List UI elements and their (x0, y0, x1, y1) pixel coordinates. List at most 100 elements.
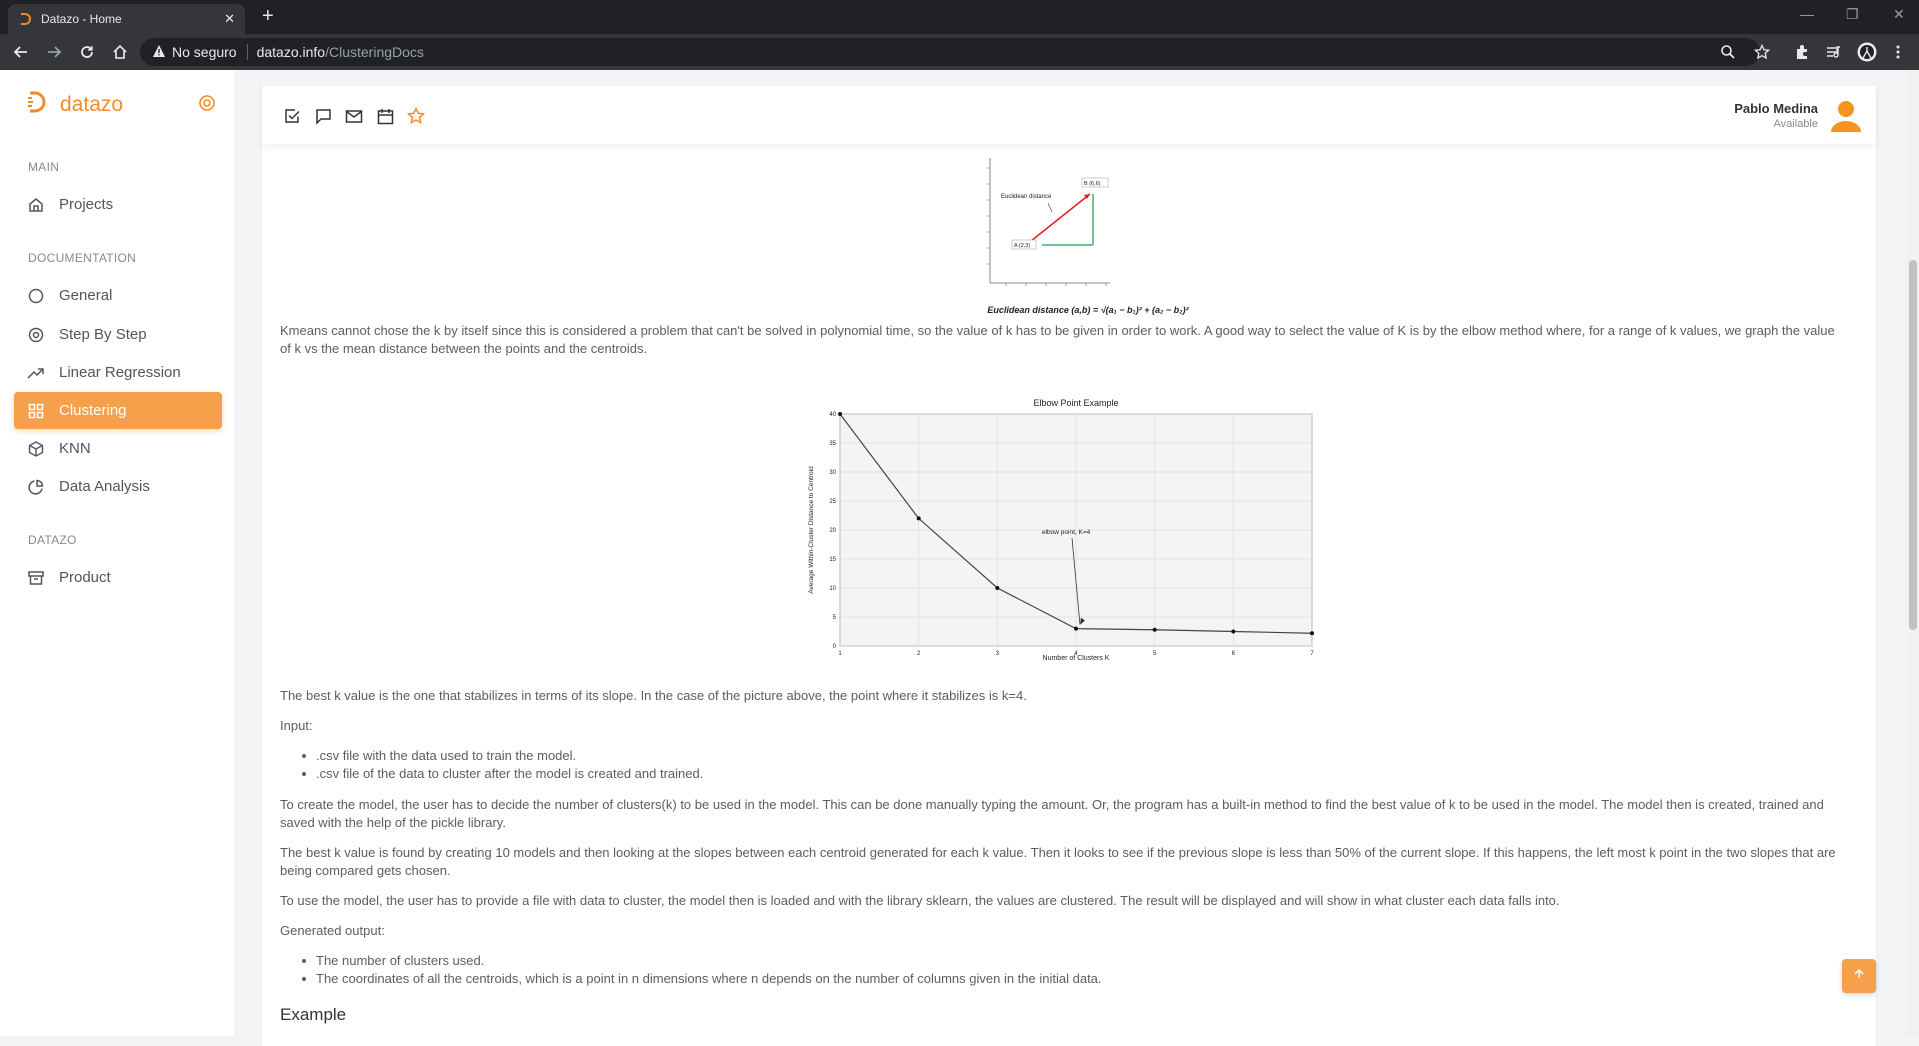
tab-title: Datazo - Home (41, 12, 122, 26)
chart-x-tick-label: 3 (996, 651, 1000, 657)
check-square-icon[interactable] (282, 106, 302, 126)
sidebar-item-clustering[interactable]: Clustering (14, 392, 222, 429)
disc-icon (27, 326, 45, 344)
chart-y-axis-label: Average Within-Cluster Distance to Centr… (808, 466, 815, 594)
section-title-datazo: DATAZO (28, 533, 77, 547)
chart-y-tick-label: 5 (833, 615, 837, 621)
chart-x-tick-label: 1 (838, 651, 842, 657)
chart-x-tick-label: 6 (1232, 651, 1236, 657)
list-item: The number of clusters used. (300, 952, 1102, 970)
datazo-favicon (18, 12, 32, 26)
sidebar: datazo MAIN Projects DOCUMENTATION Gener… (0, 70, 234, 1036)
brand[interactable]: datazo (26, 90, 123, 119)
url-host: datazo.info (256, 44, 326, 60)
sidebar-toggle-icon[interactable] (198, 94, 216, 117)
reload-icon[interactable] (75, 40, 99, 64)
browser-menu-icon[interactable] (1888, 42, 1908, 62)
warning-icon (152, 44, 166, 61)
sidebar-item-label: Product (59, 569, 111, 586)
paragraph-best-k-found: The best k value is found by creating 10… (280, 845, 1836, 878)
scroll-to-top-button[interactable] (1842, 959, 1876, 993)
elbow-chart: 1 2 3 4 5 6 70510152025303540 Elbow Point Exam… (808, 398, 1314, 662)
sidebar-item-linear-regression[interactable]: Linear Regression (14, 354, 222, 391)
chart-y-tick-label: 20 (829, 528, 836, 534)
sidebar-item-label: Projects (59, 196, 114, 213)
input-label: Input: (280, 718, 313, 733)
home-browser-icon[interactable] (108, 40, 132, 64)
datazo-logo-icon (26, 90, 46, 119)
trending-up-icon (27, 364, 45, 382)
grid-icon (27, 402, 45, 420)
chart-data-point (1152, 627, 1157, 632)
back-icon[interactable] (9, 40, 33, 64)
list-item: .csv file of the data to cluster after t… (300, 765, 703, 783)
archive-icon (27, 569, 45, 587)
sidebar-item-label: Data Analysis (59, 478, 150, 495)
url-path: /ClusteringDocs (325, 44, 424, 60)
arrow-up-icon (1853, 967, 1865, 985)
chart-y-tick-label: 10 (829, 586, 836, 592)
chart-title: Elbow Point Example (1033, 398, 1118, 408)
paragraph-best-k: The best k value is the one that stabili… (280, 688, 1027, 703)
top-navbar: Pablo Medina Available (262, 86, 1876, 144)
mail-icon[interactable] (344, 106, 364, 126)
output-list: The number of clusters used. The coordin… (300, 952, 1102, 988)
paragraph-create-model: To create the model, the user has to dec… (280, 797, 1824, 830)
sidebar-item-general[interactable]: General (14, 277, 222, 314)
zoom-icon[interactable] (1718, 42, 1738, 62)
user-status: Available (1773, 118, 1818, 130)
chart-data-point (1231, 629, 1236, 634)
chart-x-tick-label: 5 (1153, 651, 1157, 657)
forward-icon[interactable] (42, 40, 66, 64)
minimize-icon[interactable]: — (1800, 6, 1814, 22)
paragraph-kmeans: Kmeans cannot chose the k by itself sinc… (280, 323, 1835, 356)
security-label[interactable]: No seguro (172, 44, 237, 60)
sidebar-item-step-by-step[interactable]: Step By Step (14, 316, 222, 353)
sidebar-item-product[interactable]: Product (14, 559, 222, 596)
sidebar-item-projects[interactable]: Projects (14, 186, 222, 223)
sidebar-item-label: Linear Regression (59, 364, 181, 381)
browser-tab[interactable]: Datazo - Home ✕ (8, 4, 245, 34)
chart-data-point (1310, 631, 1314, 636)
chart-data-point (995, 586, 1000, 590)
reading-list-icon[interactable] (1824, 42, 1844, 62)
example-heading: Example (280, 1005, 347, 1024)
chart-annotation: elbow point, K=4 (1042, 529, 1091, 536)
point-b-label: B (6,6) (1084, 181, 1101, 187)
chart-y-tick-label: 40 (829, 412, 836, 418)
user-name[interactable]: Pablo Medina (1734, 101, 1818, 116)
chart-x-axis-label: Number of Clusters K (1043, 655, 1110, 662)
sidebar-item-label: Step By Step (59, 326, 147, 343)
message-icon[interactable] (313, 106, 333, 126)
brand-name: datazo (60, 92, 124, 116)
browser-toolbar: No seguro datazo.info/ClusteringDocs (0, 34, 1919, 70)
browser-tab-bar: Datazo - Home ✕ + — ❐ ✕ (0, 0, 1919, 34)
extensions-icon[interactable] (1792, 42, 1812, 62)
box-icon (27, 440, 45, 458)
omnibox-divider (246, 44, 248, 60)
page-scrollbar[interactable] (1906, 70, 1919, 1036)
close-window-icon[interactable]: ✕ (1893, 6, 1905, 23)
chart-y-tick-label: 30 (829, 470, 836, 476)
bookmark-star-icon[interactable] (1752, 42, 1772, 62)
new-tab-button[interactable]: + (262, 5, 274, 27)
circle-icon (27, 287, 45, 305)
sidebar-item-knn[interactable]: KNN (14, 430, 222, 467)
star-icon[interactable] (406, 106, 426, 126)
profile-avatar-icon[interactable] (1857, 42, 1877, 62)
scrollbar-thumb[interactable] (1909, 260, 1917, 630)
list-item: .csv file with the data used to train th… (300, 747, 703, 765)
sidebar-item-data-analysis[interactable]: Data Analysis (14, 468, 222, 505)
section-title-main: MAIN (28, 160, 60, 174)
chart-y-tick-label: 15 (829, 557, 836, 563)
section-title-documentation: DOCUMENTATION (28, 251, 137, 265)
avatar[interactable] (1828, 98, 1864, 134)
close-tab-icon[interactable]: ✕ (224, 11, 235, 27)
calendar-icon[interactable] (375, 106, 395, 126)
point-a-label: A (2,3) (1014, 243, 1030, 249)
address-bar[interactable]: No seguro datazo.info/ClusteringDocs (140, 38, 1760, 66)
chart-data-point (1074, 626, 1078, 631)
restore-icon[interactable]: ❐ (1846, 6, 1859, 23)
chart-y-tick-label: 35 (829, 441, 836, 447)
home-icon (27, 196, 45, 214)
